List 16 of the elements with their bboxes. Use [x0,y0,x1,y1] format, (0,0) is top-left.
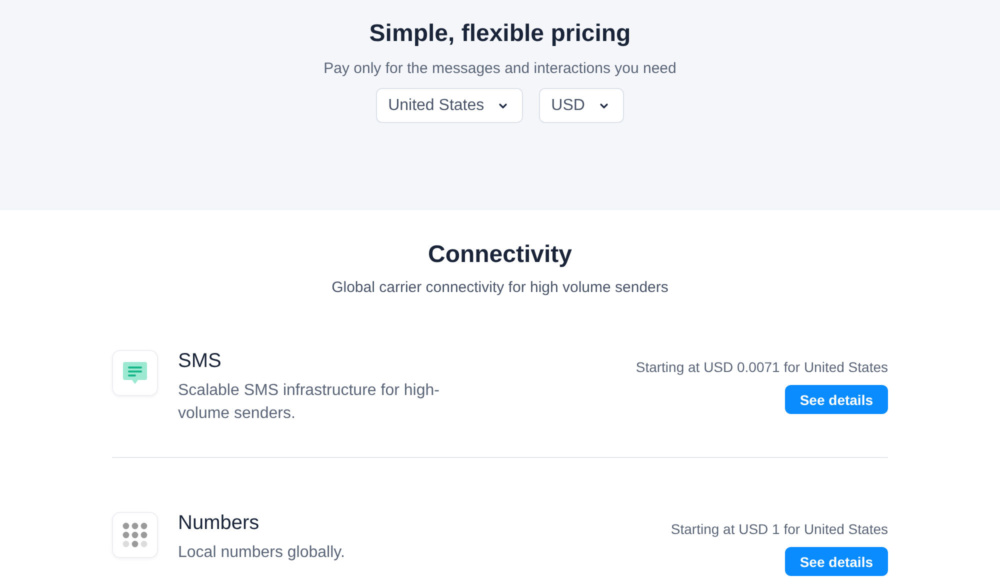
product-name: Numbers [178,512,260,535]
chevron-down-icon [598,102,609,108]
keypad-icon [122,522,148,548]
product-description: Local numbers globally. [178,543,346,563]
product-name: SMS [178,350,222,373]
section-subtitle: Global carrier connectivity for high volume senders [332,279,668,296]
price-text: Starting at USD 0.0071 for United States [636,359,888,375]
page-title: Simple, flexible pricing [369,20,631,48]
chat-bubble-icon [122,360,148,386]
price-text: Starting at USD 1 for United States [670,521,888,537]
section-title: Connectivity [428,241,572,269]
dropdown[interactable]: USD [539,88,624,123]
product-description: Scalable SMS infrastructure for high-volume senders. [178,381,440,424]
page-subtitle: Pay only for the messages and interactions you need [324,60,676,77]
dropdown[interactable]: United States [376,88,524,123]
chevron-down-icon [498,102,508,108]
